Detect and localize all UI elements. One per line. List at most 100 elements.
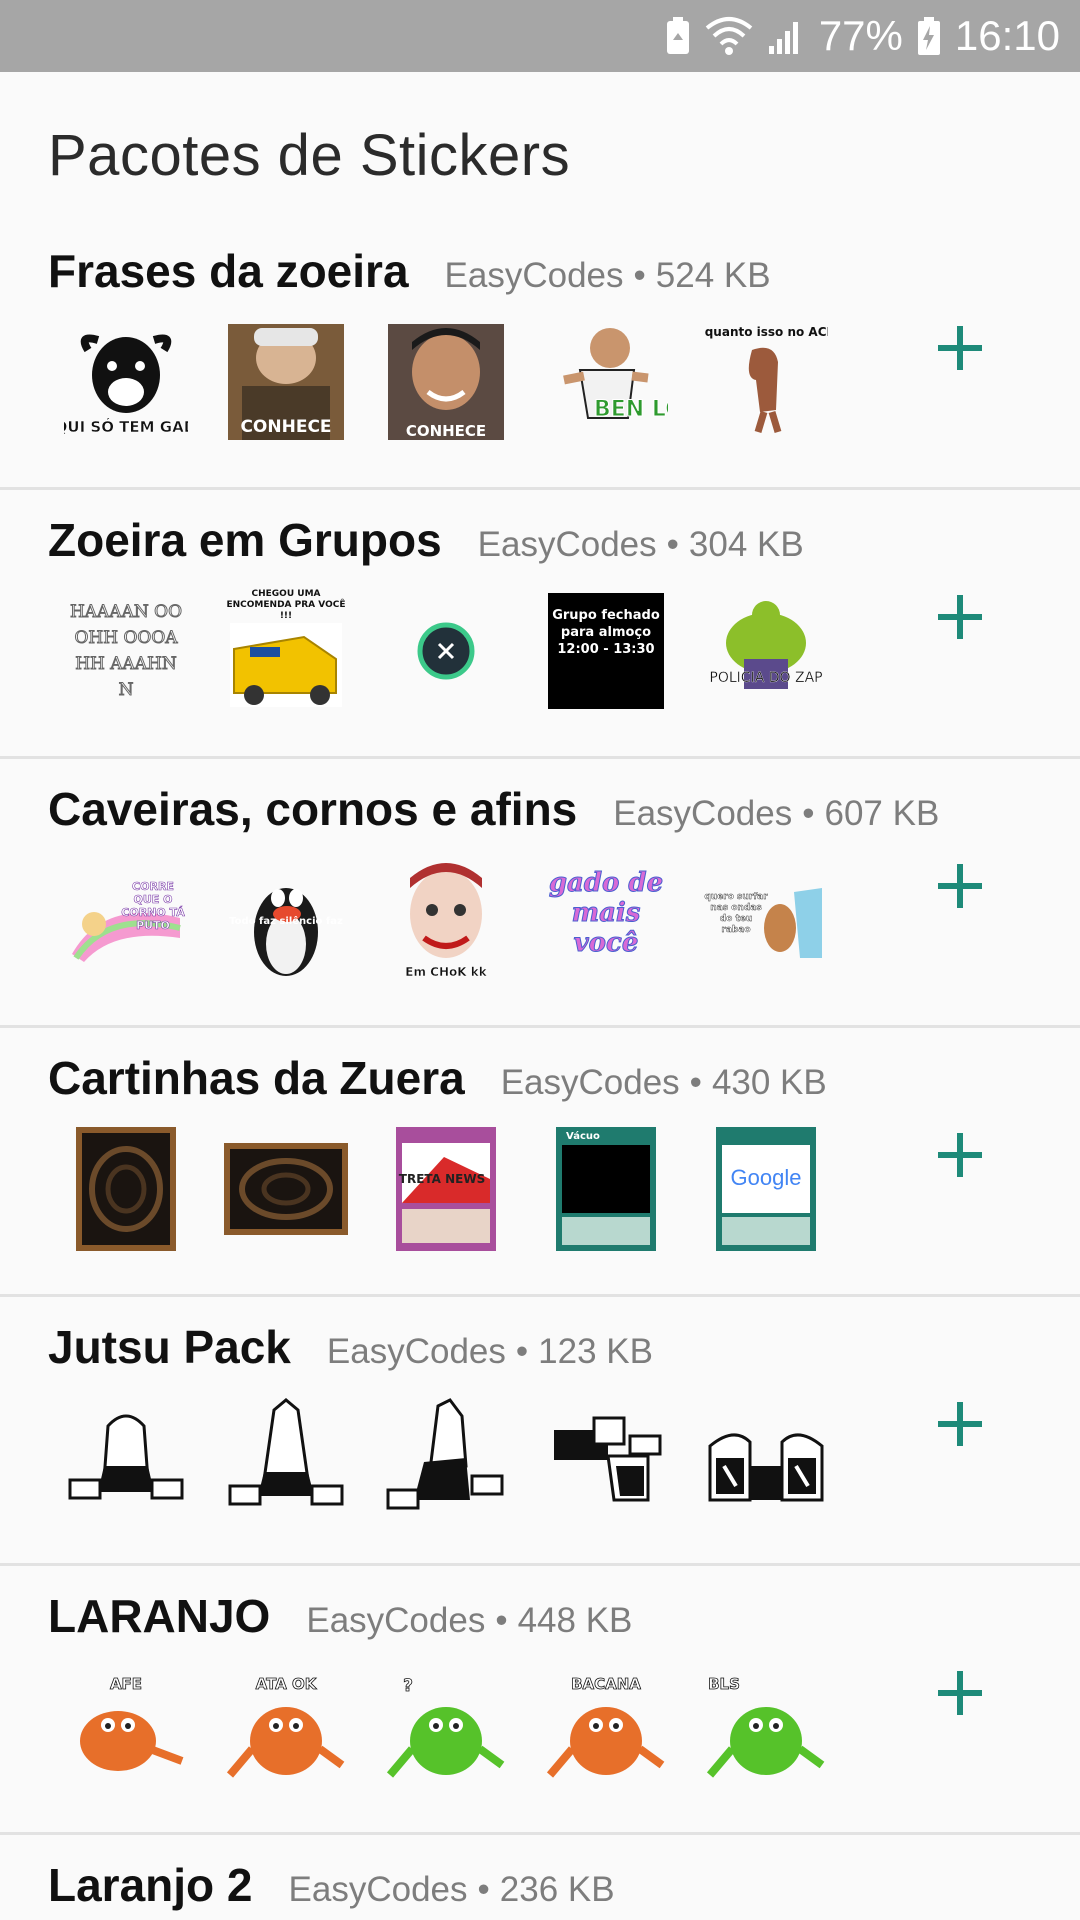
sticker-thumbnail: CHEGOU UMA ENCOMENDA PRA VOCÊ !!! xyxy=(222,587,350,715)
sticker-thumbnail xyxy=(222,1125,350,1253)
sticker-thumbnail: ATA OK xyxy=(222,1663,350,1791)
sticker-caption: BLS xyxy=(708,1675,740,1693)
sticker-caption: BACANA xyxy=(571,1675,641,1693)
pack-header: Caveiras, cornos e afins EasyCodes • 607 K… xyxy=(48,782,939,836)
pack-size: 430 KB xyxy=(711,1063,827,1102)
sticker-thumbnail: quero surfar nas ondas do teu rabao xyxy=(702,856,830,984)
page-title: Pacotes de Stickers xyxy=(48,123,571,188)
pack-meta: EasyCodes • 448 KB xyxy=(306,1601,633,1640)
sticker-thumbnail: BEN LOCO xyxy=(542,318,670,446)
sticker-caption: POLICIA DO ZAP xyxy=(709,671,823,686)
sticker-caption: CHEGOU UMA ENCOMENDA PRA VOCÊ !!! xyxy=(226,589,346,619)
pack-name: Laranjo 2 xyxy=(48,1859,253,1911)
pack-author: EasyCodes xyxy=(500,1063,680,1102)
pack-meta: EasyCodes • 304 KB xyxy=(477,525,804,564)
sticker-pack[interactable]: Zoeira em Grupos EasyCodes • 304 KB HAAAAN… xyxy=(0,491,1080,759)
add-pack-button[interactable] xyxy=(930,1394,990,1454)
pack-header: Cartinhas da Zuera EasyCodes • 430 KB xyxy=(48,1051,827,1105)
sticker-thumbnail: Google xyxy=(702,1125,830,1253)
add-pack-button[interactable] xyxy=(930,856,990,916)
sticker-caption: Grupo fechado para almoço 12:00 - 13:30 xyxy=(552,608,660,657)
sticker-thumbnail xyxy=(382,587,510,715)
pack-name: LARANJO xyxy=(48,1590,271,1642)
pack-author: EasyCodes xyxy=(306,1601,486,1640)
battery-saver-icon xyxy=(665,16,691,56)
sticker-thumbnail: Grupo fechado para almoço 12:00 - 13:30 xyxy=(542,587,670,715)
plus-icon xyxy=(938,1671,982,1715)
sticker-preview-row xyxy=(62,1394,862,1522)
sticker-caption: Em CHoK kk xyxy=(405,965,487,979)
battery-charging-icon xyxy=(917,16,941,56)
status-bar: 77% 16:10 xyxy=(0,0,1080,72)
plus-icon xyxy=(938,1402,982,1446)
sticker-caption: AFE xyxy=(110,1675,142,1693)
sticker-pack[interactable]: Jutsu Pack EasyCodes • 123 KB xyxy=(0,1298,1080,1566)
sticker-caption: HAAAAN OOOHH OOOAHH AAAHNN xyxy=(69,602,183,701)
add-pack-button[interactable] xyxy=(930,587,990,647)
sticker-caption: ATA OK xyxy=(256,1675,318,1693)
plus-icon xyxy=(938,595,982,639)
pack-size: 448 KB xyxy=(517,1601,633,1640)
pack-size: 524 KB xyxy=(655,256,771,295)
add-pack-button[interactable] xyxy=(930,1125,990,1185)
pack-meta: EasyCodes • 430 KB xyxy=(500,1063,827,1102)
pack-name: Zoeira em Grupos xyxy=(48,514,442,566)
sticker-thumbnail: gado de mais você xyxy=(542,856,670,984)
pack-header: Zoeira em Grupos EasyCodes • 304 KB xyxy=(48,513,804,567)
pack-name: Cartinhas da Zuera xyxy=(48,1052,465,1104)
sticker-thumbnail: POLICIA DO ZAP xyxy=(702,587,830,715)
pack-header: Frases da zoeira EasyCodes • 524 KB xyxy=(48,244,771,298)
sticker-preview-row: HAAAAN OOOHH OOOAHH AAAHNN CHEGOU UMA EN… xyxy=(62,587,862,715)
sticker-pack[interactable]: Caveiras, cornos e afins EasyCodes • 607 K… xyxy=(0,760,1080,1028)
pack-size: 123 KB xyxy=(538,1332,653,1371)
pack-author: EasyCodes xyxy=(288,1870,468,1909)
pack-name: Frases da zoeira xyxy=(48,245,409,297)
sticker-thumbnail: ? xyxy=(382,1663,510,1791)
sticker-thumbnail: AQUI SÓ TEM GADO xyxy=(62,318,190,446)
pack-name: Jutsu Pack xyxy=(48,1321,291,1373)
sticker-thumbnail xyxy=(382,1394,510,1522)
pack-header: Jutsu Pack EasyCodes • 123 KB xyxy=(48,1320,653,1374)
pack-author: EasyCodes xyxy=(326,1332,506,1371)
sticker-thumbnail: Em CHoK kk xyxy=(382,856,510,984)
add-pack-button[interactable] xyxy=(930,1663,990,1723)
sticker-caption: ? xyxy=(403,1676,413,1696)
plus-icon xyxy=(938,326,982,370)
plus-icon xyxy=(938,1133,982,1177)
wifi-icon xyxy=(705,16,753,56)
sticker-thumbnail: CONHECE xyxy=(222,318,350,446)
sticker-thumbnail: BACANA xyxy=(542,1663,670,1791)
signal-icon xyxy=(767,16,805,56)
pack-meta: EasyCodes • 236 KB xyxy=(288,1870,615,1909)
sticker-caption: BEN LOCO xyxy=(594,397,668,422)
sticker-thumbnail: CONHECE xyxy=(382,318,510,446)
sticker-caption: CORRE QUE O CORNO TÁ PUTO xyxy=(121,880,185,932)
sticker-pack[interactable]: Cartinhas da Zuera EasyCodes • 430 KB TR… xyxy=(0,1029,1080,1297)
pack-author: EasyCodes xyxy=(477,525,657,564)
sticker-thumbnail: Todo faz silêncio faz xyxy=(222,856,350,984)
sticker-thumbnail xyxy=(542,1394,670,1522)
sticker-thumbnail xyxy=(62,1394,190,1522)
sticker-thumbnail xyxy=(62,1125,190,1253)
sticker-pack[interactable]: Laranjo 2 EasyCodes • 236 KB xyxy=(0,1836,1080,1920)
sticker-preview-row: AFE ATA OK ? BACANA BLS xyxy=(62,1663,862,1791)
sticker-thumbnail xyxy=(222,1394,350,1522)
sticker-thumbnail: Vácuo xyxy=(542,1125,670,1253)
sticker-caption: Vácuo xyxy=(566,1130,600,1142)
sticker-pack[interactable]: Frases da zoeira EasyCodes•524 KB AQUI S… xyxy=(0,222,1080,490)
pack-size: 236 KB xyxy=(499,1870,615,1909)
sticker-thumbnail: CORRE QUE O CORNO TÁ PUTO xyxy=(62,856,190,984)
pack-size: 304 KB xyxy=(688,525,804,564)
plus-icon xyxy=(938,864,982,908)
add-pack-button[interactable] xyxy=(930,318,990,378)
sticker-caption: quero surfar nas ondas do teu rabao xyxy=(704,892,768,935)
pack-author: EasyCodes xyxy=(444,256,624,295)
pack-name: Caveiras, cornos e afins xyxy=(48,783,578,835)
sticker-thumbnail: HAAAAN OOOHH OOOAHH AAAHNN xyxy=(62,587,190,715)
pack-meta: EasyCodes • 524 KB xyxy=(444,256,771,295)
sticker-caption: CONHECE xyxy=(406,422,486,440)
sticker-preview-row: TRETA NEWS Vácuo Google xyxy=(62,1125,862,1253)
sticker-pack[interactable]: LARANJO EasyCodes • 448 KB AFE ATA OK ? … xyxy=(0,1567,1080,1835)
pack-header: Laranjo 2 EasyCodes • 236 KB xyxy=(48,1858,615,1912)
pack-meta: EasyCodes • 123 KB xyxy=(326,1332,653,1371)
